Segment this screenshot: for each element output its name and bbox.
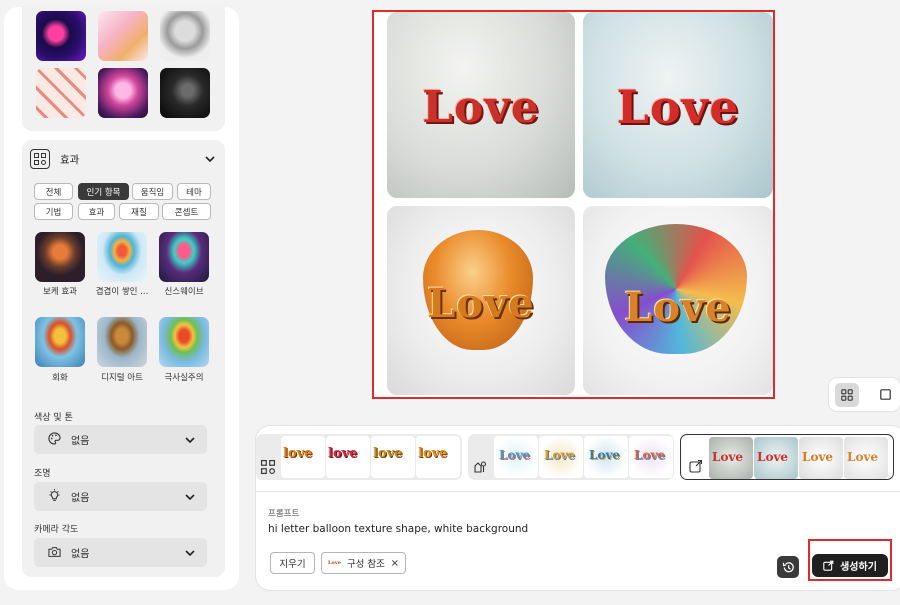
- color-tone-label: 색상 및 톤: [34, 413, 73, 423]
- camera-angle-value: 없음: [71, 549, 90, 560]
- image-reference-icon: [689, 458, 705, 474]
- strip-thumb: love: [416, 436, 460, 478]
- color-tone-value: 없음: [71, 436, 90, 447]
- strip-thumb: Love: [539, 436, 583, 478]
- style-reference-group-2[interactable]: Love Love Love Love: [468, 434, 674, 480]
- lighting-label: 조명: [34, 469, 51, 479]
- gallery-thumb-neon[interactable]: [36, 11, 86, 61]
- strip-thumb: love: [371, 436, 415, 478]
- effects-icon: [30, 149, 50, 169]
- result-image-2-text: Love: [616, 80, 740, 134]
- result-image-3-text: Love: [427, 280, 535, 327]
- lighting-value: 없음: [71, 493, 90, 504]
- generate-icon: [823, 560, 834, 571]
- palette-icon: [48, 430, 61, 449]
- divider: [256, 491, 900, 492]
- result-image-1-text: Love: [422, 82, 540, 133]
- gallery-thumb-statue[interactable]: [160, 11, 210, 61]
- effects-header[interactable]: 효과: [30, 148, 217, 170]
- lightbulb-icon: [48, 487, 61, 506]
- result-image-3[interactable]: Love: [387, 206, 575, 395]
- effect-label-painting: 회화: [52, 373, 68, 383]
- strip-thumb: love: [326, 436, 370, 478]
- chip-material[interactable]: 재질: [119, 203, 159, 220]
- strip-thumb: love: [281, 436, 325, 478]
- generate-label: 생성하기: [840, 562, 877, 573]
- chip-theme[interactable]: 테마: [177, 183, 211, 200]
- result-image-2[interactable]: Love: [583, 12, 773, 198]
- effects-icon: [473, 459, 489, 475]
- chip-popular[interactable]: 인기 항목: [78, 183, 129, 200]
- style-reference-group-1[interactable]: love love love love: [256, 434, 462, 480]
- style-reference-group-3[interactable]: Love Love Love Love: [680, 434, 894, 480]
- chip-all[interactable]: 전체: [34, 183, 73, 200]
- clear-button[interactable]: 지우기: [270, 552, 315, 574]
- style-gallery: [22, 7, 225, 131]
- strip-thumb: Love: [754, 437, 798, 479]
- chevron-down-icon: [183, 546, 197, 560]
- chevron-down-icon: [183, 490, 197, 504]
- left-panel: 효과 전체 인기 항목 움직임 테마 기법 효과 재질 콘셉트 보케 효과 겹겹…: [4, 7, 239, 590]
- composition-reference-chip[interactable]: Love 구성 참조 ×: [321, 552, 406, 574]
- close-icon[interactable]: ×: [391, 558, 399, 569]
- chevron-down-icon: [183, 433, 197, 447]
- chip-effect[interactable]: 효과: [78, 203, 115, 220]
- effect-label-bokeh: 보케 효과: [43, 287, 77, 297]
- effects-title: 효과: [60, 153, 80, 166]
- results-grid: Love Love Love Love: [372, 10, 775, 399]
- square-icon: [879, 389, 891, 400]
- chip-motion[interactable]: 움직임: [132, 183, 173, 200]
- effect-label-hyperrealism: 극사실주의: [164, 373, 204, 383]
- strip-thumb: Love: [584, 436, 628, 478]
- effect-label-layered: 겹겹이 쌓인 ...: [95, 287, 149, 297]
- color-tone-dropdown[interactable]: 없음: [34, 425, 207, 454]
- camera-icon: [48, 543, 61, 562]
- chip-technique[interactable]: 기법: [34, 203, 73, 220]
- camera-angle-label: 카메라 각도: [34, 525, 79, 535]
- result-image-4[interactable]: Love: [583, 206, 773, 395]
- effect-tile-digital-art[interactable]: [97, 317, 147, 367]
- strip-thumb: Love: [844, 437, 888, 479]
- strip-thumb: Love: [629, 436, 673, 478]
- strip-thumb: Love: [799, 437, 843, 479]
- layout-toggle: [829, 378, 900, 411]
- result-image-1[interactable]: Love: [387, 12, 575, 198]
- effect-tile-layered[interactable]: [97, 232, 147, 282]
- history-button[interactable]: [777, 556, 799, 578]
- result-image-4-text: Love: [624, 284, 732, 331]
- lighting-dropdown[interactable]: 없음: [34, 482, 207, 511]
- gallery-thumb-pattern[interactable]: [36, 68, 86, 118]
- generate-button[interactable]: 생성하기: [812, 554, 888, 577]
- effect-tile-bokeh[interactable]: [35, 232, 85, 282]
- grid-view-button[interactable]: [835, 382, 859, 407]
- effects-section: 효과 전체 인기 항목 움직임 테마 기법 효과 재질 콘셉트 보케 효과 겹겹…: [22, 140, 225, 577]
- effect-tile-synthwave[interactable]: [159, 232, 209, 282]
- strip-thumb: Love: [494, 436, 538, 478]
- effects-icon: [261, 459, 277, 475]
- prompt-input[interactable]: hi letter balloon texture shape, white b…: [268, 523, 528, 535]
- gallery-thumb-clouds[interactable]: [98, 68, 148, 118]
- reference-chip-label: 구성 참조: [346, 559, 385, 570]
- chip-concept[interactable]: 콘셉트: [162, 203, 211, 220]
- chevron-down-icon[interactable]: [203, 152, 217, 166]
- grid-icon: [841, 388, 853, 401]
- single-view-button[interactable]: [873, 383, 897, 407]
- effect-label-digital-art: 디지털 아트: [101, 373, 143, 383]
- effect-label-synthwave: 신스웨이브: [164, 287, 204, 297]
- effect-tile-hyperrealism[interactable]: [159, 317, 209, 367]
- prompt-panel: love love love love Love Love Love Love …: [256, 426, 900, 590]
- effect-tile-painting[interactable]: [35, 317, 85, 367]
- gallery-thumb-thumbsup[interactable]: [98, 11, 148, 61]
- strip-thumb: Love: [709, 437, 753, 479]
- prompt-label: 프롬프트: [268, 509, 300, 519]
- camera-angle-dropdown[interactable]: 없음: [34, 538, 207, 567]
- reference-thumb: Love: [328, 560, 341, 566]
- history-icon: [782, 561, 794, 572]
- gallery-thumb-portrait[interactable]: [160, 68, 210, 118]
